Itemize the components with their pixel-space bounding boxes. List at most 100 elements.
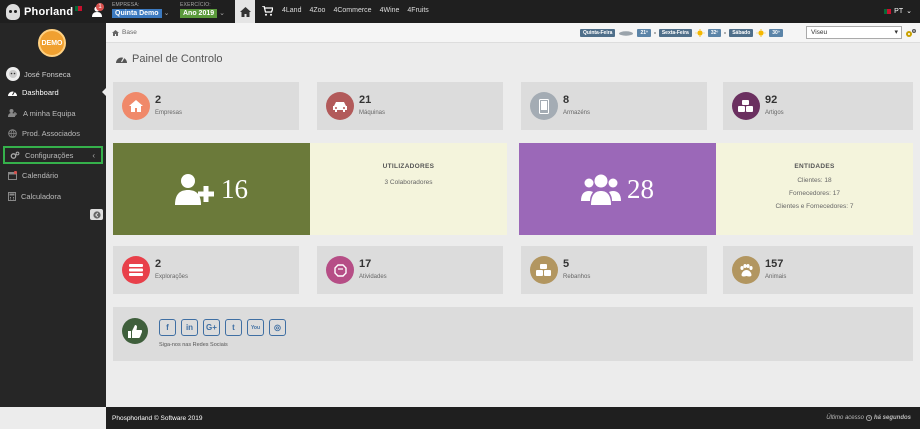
paw-icon — [732, 256, 760, 284]
home-icon — [122, 92, 150, 120]
home-icon — [112, 29, 119, 36]
module-nav: 4Land 4Zoo 4Commerce 4Wine 4Fruits — [282, 7, 429, 14]
sidebar-item-label: Dashboard — [22, 87, 59, 97]
sun-icon — [695, 29, 705, 37]
chevron-left-icon: ‹ — [92, 150, 95, 160]
sidebar-item-label: Calculadora — [21, 191, 62, 201]
exercicio-value: Ano 2019 — [180, 9, 218, 18]
stat-label: Animais — [765, 274, 787, 280]
thumbs-up-icon — [122, 318, 148, 344]
users-panel-left: 16 — [113, 143, 310, 235]
home-button[interactable] — [235, 0, 255, 23]
sidebar-user[interactable]: José Fonseca — [6, 67, 71, 81]
nav-link-4land[interactable]: 4Land — [282, 7, 301, 14]
entities-title: ENTIDADES — [794, 163, 835, 170]
stat-label: Atividades — [359, 274, 387, 280]
stat-value: 157 — [765, 258, 784, 270]
stat-label: Explorações — [155, 274, 189, 280]
breadcrumb-label: Base — [122, 29, 137, 36]
nav-link-4wine[interactable]: 4Wine — [380, 7, 400, 14]
stat-label: Rebanhos — [563, 274, 591, 280]
clock-icon — [865, 415, 872, 421]
stat-card-animais[interactable]: 157 Animais — [723, 246, 913, 294]
twitter-icon[interactable]: t — [225, 319, 242, 336]
alien-logo-icon — [6, 3, 20, 20]
stat-value: 5 — [563, 258, 570, 270]
tablet-icon — [530, 92, 558, 120]
stat-value: 2 — [155, 94, 162, 106]
facebook-icon[interactable]: f — [159, 319, 176, 336]
sidebar-item-associates[interactable]: Prod. Associados — [3, 124, 103, 142]
stat-value: 21 — [359, 94, 372, 106]
chevron-down-icon: ⌄ — [163, 10, 170, 17]
stat-card-atividades[interactable]: 17 Atividades — [317, 246, 503, 294]
sidebar-item-calculator[interactable]: Calculadora — [3, 187, 103, 205]
car-icon — [326, 92, 354, 120]
weather-day: Sábado — [729, 29, 754, 37]
exercicio-label: Exercício: — [180, 2, 211, 8]
sidebar-item-calendar[interactable]: Calendário — [3, 166, 103, 184]
social-caption: Siga-nos nas Redes Sociais — [159, 342, 228, 348]
globe-icon — [8, 128, 17, 138]
sidebar-item-label: A minha Equipa — [23, 108, 76, 118]
stat-card-empresas[interactable]: 2 Empresas — [113, 82, 299, 130]
weather-forecast: Quinta-Feira 21º Sexta-Feira 32º Sábado … — [580, 29, 783, 37]
users-collaborators: 3 Colaboradores — [384, 179, 433, 186]
calculator-icon — [8, 191, 16, 201]
location-select[interactable]: Viseu ▾ — [806, 26, 902, 39]
nav-link-4commerce[interactable]: 4Commerce — [333, 7, 371, 14]
stat-card-artigos[interactable]: 92 Artigos — [723, 82, 913, 130]
cubes-icon — [530, 256, 558, 284]
sidebar-item-label: Prod. Associados — [22, 128, 80, 138]
stat-label: Empresas — [155, 110, 183, 116]
active-indicator — [102, 88, 106, 96]
entities-clients-suppliers: Clientes e Fornecedores: 7 — [775, 203, 854, 210]
stat-card-maquinas[interactable]: 21 Máquinas — [317, 82, 503, 130]
entities-panel-left: 28 — [519, 143, 716, 235]
breadcrumb-bar: Base Quinta-Feira 21º Sexta-Feira 32º Sá… — [106, 23, 920, 43]
users-panel[interactable]: 16 UTILIZADORES 3 Colaboradores — [113, 143, 507, 235]
weather-separator — [653, 32, 656, 34]
settings-icon[interactable] — [905, 28, 917, 38]
empresa-selector[interactable]: Empresa: Quinta Demo ⌄ — [112, 2, 169, 18]
footer-copyright: Phosphorland © Software 2019 — [112, 415, 203, 422]
notification-badge: 1 — [96, 3, 104, 11]
stat-card-exploracoes[interactable]: 2 Explorações — [113, 246, 299, 294]
users-group-icon — [581, 174, 621, 205]
nav-link-4fruits[interactable]: 4Fruits — [407, 7, 428, 14]
sidebar-user-name: José Fonseca — [24, 69, 71, 79]
language-selector[interactable]: PT ⌄ — [884, 7, 912, 15]
youtube-icon[interactable]: You — [247, 319, 264, 336]
nav-link-4zoo[interactable]: 4Zoo — [309, 7, 325, 14]
weather-day: Sexta-Feira — [658, 29, 692, 37]
google-plus-icon[interactable]: G+ — [203, 319, 220, 336]
sidebar-item-team[interactable]: A minha Equipa — [3, 104, 103, 122]
entities-suppliers: Fornecedores: 17 — [789, 190, 840, 197]
entities-panel[interactable]: 28 ENTIDADES Clientes: 18 Fornecedores: … — [519, 143, 913, 235]
sidebar-item-dashboard[interactable]: Dashboard — [3, 83, 106, 101]
language-value: PT — [894, 7, 904, 15]
cart-icon[interactable] — [262, 6, 273, 16]
stat-card-rebanhos[interactable]: 5 Rebanhos — [521, 246, 707, 294]
exercicio-selector[interactable]: Exercício: Ano 2019 ⌄ — [180, 2, 225, 18]
weather-temp: 21º — [637, 29, 651, 37]
sidebar-collapse-button[interactable] — [90, 209, 103, 220]
stat-value: 17 — [359, 258, 372, 270]
footer-last-access: Último acesso há segundos — [826, 415, 911, 421]
sidebar-item-settings[interactable]: Configurações ‹ — [3, 146, 103, 164]
stat-card-armazens[interactable]: 8 Armazéns — [521, 82, 707, 130]
arrow-left-circle-icon — [92, 210, 101, 219]
brand-logo[interactable]: Phorland — [6, 2, 83, 21]
user-plus-icon — [175, 174, 214, 205]
location-value: Viseu — [811, 29, 828, 36]
users-title: UTILIZADORES — [382, 163, 435, 170]
breadcrumb[interactable]: Base — [112, 29, 137, 36]
linkedin-icon[interactable]: in — [181, 319, 198, 336]
caret-down-icon: ▾ — [894, 29, 898, 36]
empresa-label: Empresa: — [112, 2, 140, 8]
sun-icon — [756, 29, 766, 37]
sidebar-item-label: Configurações — [25, 150, 74, 160]
cloud-icon — [619, 31, 634, 36]
empresa-value: Quinta Demo — [112, 9, 162, 18]
instagram-icon[interactable]: ◎ — [269, 319, 286, 336]
